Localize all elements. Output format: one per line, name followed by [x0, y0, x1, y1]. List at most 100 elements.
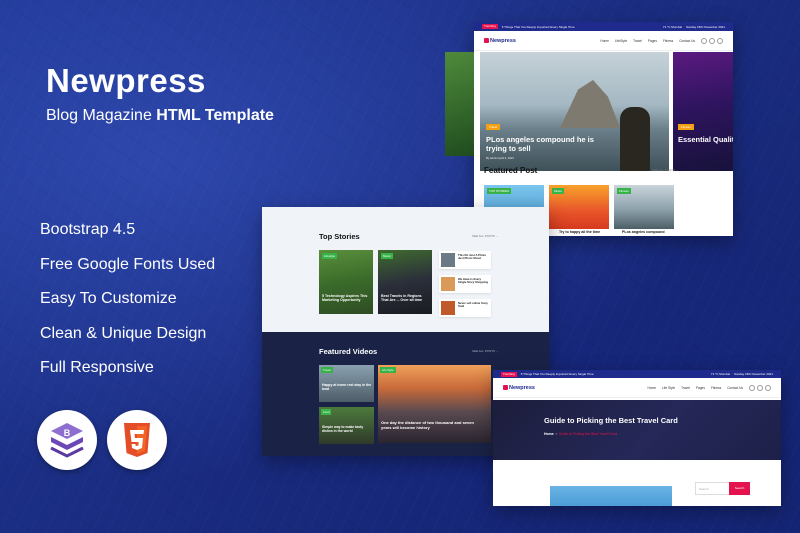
cropped-photo — [445, 52, 474, 156]
nav-links: Home Life Style Travel Pages Fitness Con… — [541, 386, 744, 390]
story-caption[interactable]: Best Travels in Regions That Are ... Ove… — [381, 294, 429, 303]
nav-contact[interactable]: Contact Us — [679, 39, 695, 43]
view-all-link[interactable]: SEE ALL POSTS → — [472, 349, 499, 353]
svg-text:B: B — [64, 428, 71, 438]
category-tag[interactable]: Fitness — [678, 124, 694, 130]
video-caption[interactable]: Happy at home rest stay in the boat — [322, 383, 372, 391]
mini-story[interactable]: This Kit Just A Photo Just Photo Shoot — [439, 251, 491, 269]
post-title[interactable]: Essential Qualities Successful Music — [678, 135, 733, 144]
side-post[interactable]: Fitness Essential Qualities Successful M… — [673, 52, 733, 171]
view-all-link[interactable]: SEE ALL POSTS → — [472, 234, 499, 238]
story-card[interactable]: Lifestyle 5 Technology Aspires This Mark… — [319, 250, 373, 314]
featured-caption[interactable]: Try to happy all the time — [559, 230, 600, 234]
nav-home[interactable]: Home — [648, 386, 657, 390]
site-logo[interactable]: Newpress — [484, 38, 516, 44]
search-icon[interactable] — [765, 384, 771, 391]
story-caption[interactable]: 5 Technology Aspires This Marketing Oppo… — [322, 294, 370, 303]
video-card-large[interactable]: Life Style One day the distance of two t… — [378, 365, 491, 443]
video-card[interactable]: Travel Happy at home rest stay in the bo… — [319, 365, 374, 402]
video-caption[interactable]: One day the distance of two thousand and… — [381, 420, 481, 430]
hero-post[interactable]: Travel PLos angeles compound he is tryin… — [480, 52, 669, 171]
social-icons — [701, 37, 723, 44]
trending-text: 5 Things That You Deeply Important Every… — [501, 24, 575, 29]
mini-title[interactable]: Never sell online Sony Sold — [458, 301, 490, 309]
facebook-icon[interactable] — [701, 37, 707, 44]
mini-thumbnail — [441, 277, 455, 291]
feature-item: Full Responsive — [40, 359, 154, 376]
nav-lifestyle[interactable]: Life Style — [662, 386, 675, 390]
search-icon[interactable] — [717, 37, 723, 44]
featured-card[interactable]: Music — [549, 185, 609, 229]
story-card[interactable]: Music Best Travels in Regions That Are .… — [378, 250, 432, 314]
mini-thumbnail — [441, 301, 455, 315]
social-icons — [749, 384, 771, 391]
feature-list: Bootstrap 4.5 Free Google Fonts Used Eas… — [40, 220, 215, 393]
feature-item: Clean & Unique Design — [40, 324, 207, 342]
category-tag[interactable]: Music — [381, 253, 393, 259]
nav-home[interactable]: Home — [600, 39, 609, 43]
rock-image — [560, 80, 620, 128]
video-card[interactable]: Food Simple way to make tasty dishes in … — [319, 407, 374, 444]
product-title: Newpress — [46, 62, 206, 99]
feature-item: Free Google Fonts Used — [40, 255, 216, 273]
facebook-icon[interactable] — [749, 384, 755, 391]
breadcrumb-home[interactable]: Home — [544, 432, 554, 436]
nav-bar: Newpress Home Life Style Travel Pages Fi… — [493, 378, 781, 398]
twitter-icon[interactable] — [757, 384, 763, 391]
nav-bar: Newpress Home LifeStyle Travel Pages Fit… — [474, 31, 733, 51]
nav-contact[interactable]: Contact Us — [727, 386, 743, 390]
category-tag[interactable]: Travel — [486, 124, 501, 130]
product-subtitle: Blog Magazine HTML Template — [46, 107, 274, 125]
trending-label: Trending — [501, 371, 517, 377]
view-all-link[interactable]: SEE ALL POSTS → — [652, 168, 679, 172]
post-title[interactable]: PLos angeles compound he is trying to se… — [486, 135, 596, 153]
search-button[interactable]: Search — [729, 482, 750, 495]
nav-pages[interactable]: Pages — [648, 39, 657, 43]
mini-thumbnail — [441, 253, 455, 267]
nav-travel[interactable]: Travel — [681, 386, 690, 390]
featured-caption[interactable]: PLos angeles compound — [622, 230, 665, 234]
category-tag[interactable]: Food — [321, 409, 332, 415]
post-meta: By admin April 3, 2021 — [486, 156, 514, 160]
article-preview: Trending 5 Things That You Deeply Import… — [493, 370, 781, 506]
nav-travel[interactable]: Travel — [633, 39, 642, 43]
nav-pages[interactable]: Pages — [696, 386, 705, 390]
category-tag[interactable]: TOP STORIES — [487, 188, 512, 194]
nav-fitness[interactable]: Fitness — [663, 39, 673, 43]
section-title-featured: Featured Post — [484, 166, 538, 175]
mini-title[interactable]: We Have Is Every Single Story Shopping — [458, 277, 490, 285]
html5-logo-icon — [124, 423, 150, 457]
top-bar: Trending 5 Things That You Deeply Import… — [493, 370, 781, 378]
bootstrap-badge: B — [37, 410, 97, 470]
nav-lifestyle[interactable]: LifeStyle — [615, 39, 627, 43]
breadcrumb: Home › Guide to Picking the Best Travel … — [544, 432, 618, 436]
section-title-featured-videos: Featured Videos — [319, 347, 378, 356]
top-bar: Trending 5 Things That You Deeply Import… — [474, 22, 733, 31]
nav-links: Home LifeStyle Travel Pages Fitness Cont… — [522, 39, 695, 43]
mini-title[interactable]: This Kit Just A Photo Just Photo Shoot — [458, 253, 490, 261]
category-tag[interactable]: Lifestyle — [322, 253, 338, 259]
mini-story[interactable]: Never sell online Sony Sold — [439, 299, 491, 317]
site-logo[interactable]: Newpress — [503, 385, 535, 391]
nav-fitness[interactable]: Fitness — [711, 386, 721, 390]
feature-item: Bootstrap 4.5 — [40, 221, 136, 238]
category-tag[interactable]: Travel — [321, 367, 333, 373]
person-image — [620, 107, 650, 171]
logo-mark-icon — [503, 385, 508, 390]
article-title: Guide to Picking the Best Travel Card — [544, 416, 678, 425]
featured-card[interactable]: Fitness — [614, 185, 674, 229]
category-tag[interactable]: Fitness — [617, 188, 631, 194]
top-stories-section: Top Stories SEE ALL POSTS → Lifestyle 5 … — [262, 207, 549, 332]
twitter-icon[interactable] — [709, 37, 715, 44]
category-tag[interactable]: Life Style — [380, 367, 396, 373]
weather: 71 °C Mumbai — [662, 24, 682, 29]
article-image — [550, 486, 672, 506]
category-tag[interactable]: Music — [552, 188, 564, 194]
video-caption[interactable]: Simple way to make tasty dishes in the w… — [322, 425, 372, 433]
weather: 71 °C Mumbai — [710, 372, 730, 376]
section-title-top-stories: Top Stories — [319, 232, 360, 241]
logo-text: Newpress — [490, 37, 516, 44]
bootstrap-logo-icon: B — [50, 423, 84, 458]
feature-item: Easy To Customize — [40, 290, 177, 307]
mini-story[interactable]: We Have Is Every Single Story Shopping — [439, 275, 491, 293]
